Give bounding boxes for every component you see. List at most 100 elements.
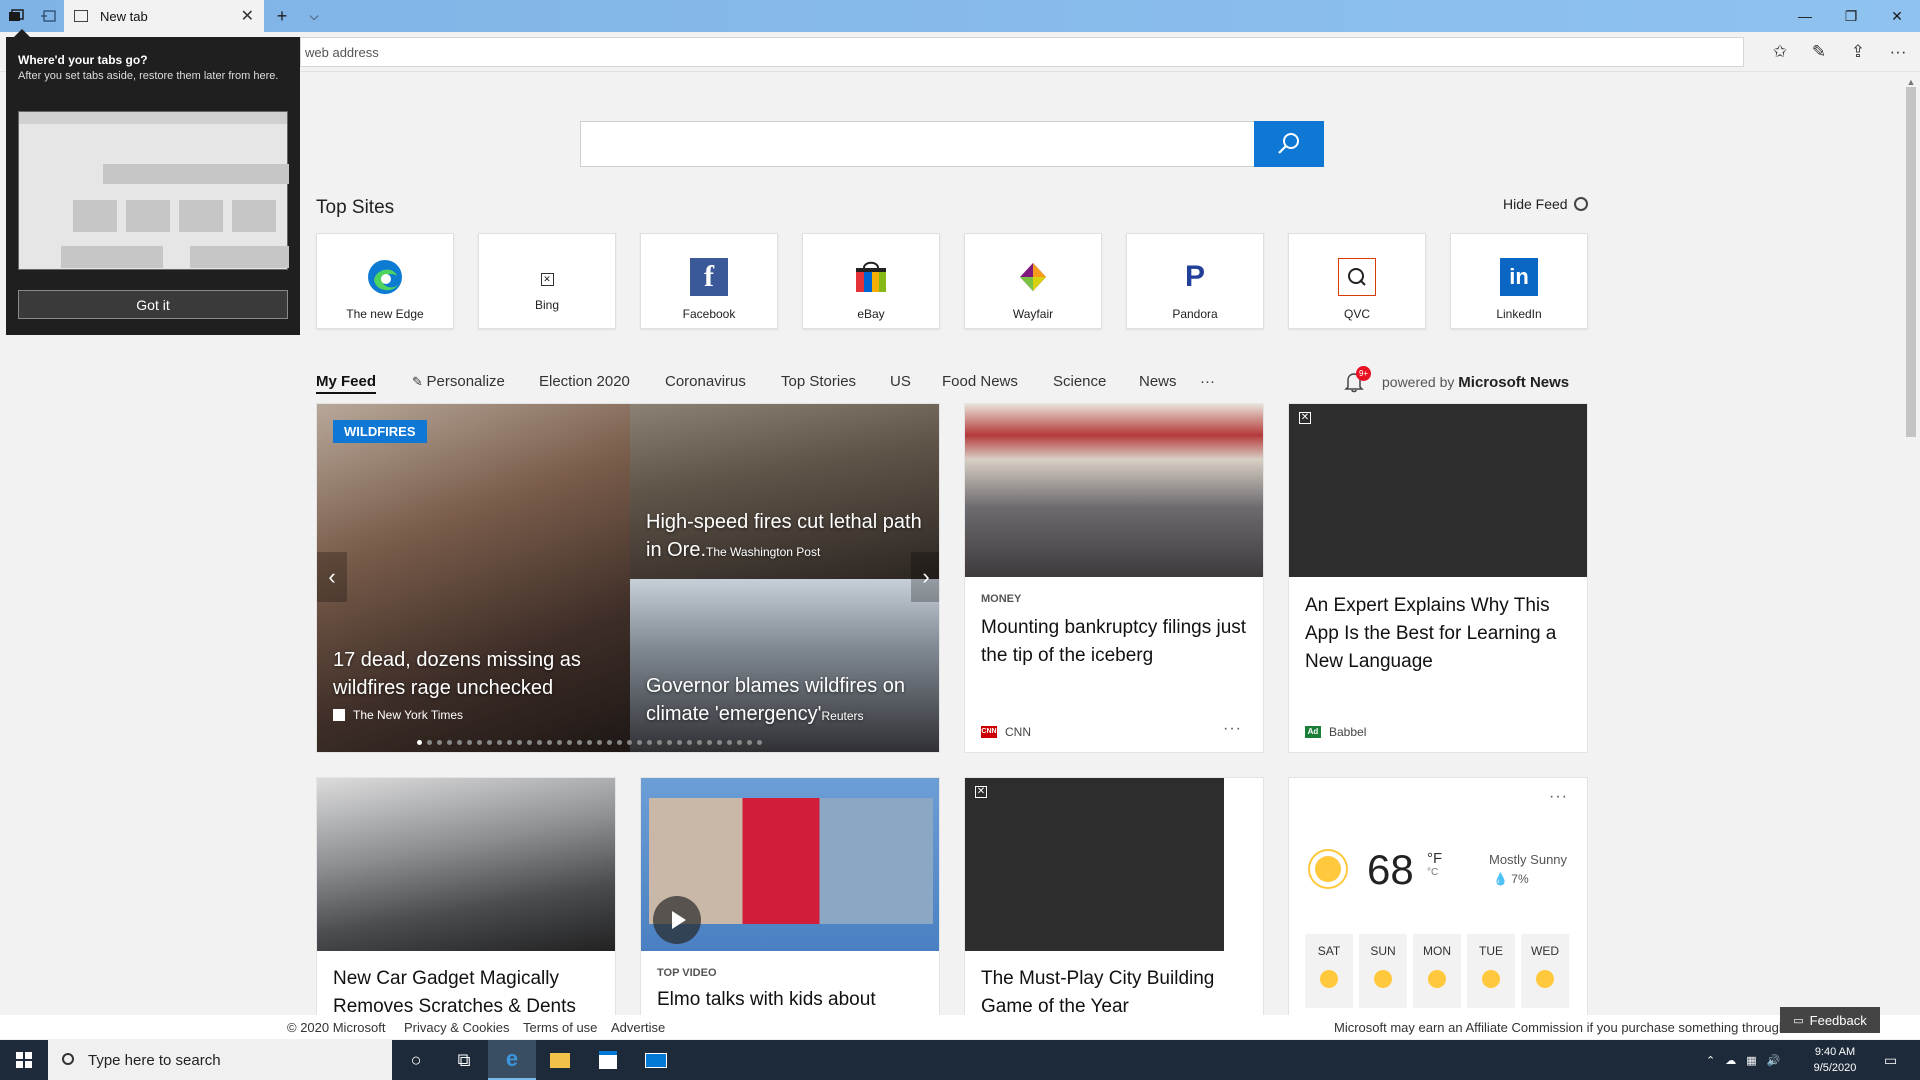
carousel-dot[interactable] <box>517 740 522 745</box>
share-icon[interactable]: ⇪ <box>1842 37 1874 67</box>
more-options-icon[interactable]: ··· <box>1223 720 1242 738</box>
tab-new-tab[interactable]: New tab ✕ <box>64 0 264 32</box>
close-window-icon[interactable]: ✕ <box>1874 0 1920 32</box>
file-explorer-icon[interactable] <box>536 1040 584 1080</box>
carousel-dot[interactable] <box>457 740 462 745</box>
top-site-linkedin[interactable]: in LinkedIn <box>1450 233 1588 329</box>
carousel-dot[interactable] <box>737 740 742 745</box>
forecast-day[interactable]: WED <box>1521 934 1569 1008</box>
card-title[interactable]: An Expert Explains Why This App Is the B… <box>1305 592 1571 676</box>
carousel-dot[interactable] <box>747 740 752 745</box>
hero-rt-headline[interactable]: High-speed fires cut lethal path in Ore.… <box>646 508 936 566</box>
card-title[interactable]: Elmo talks with kids about <box>657 986 923 1014</box>
top-site-pandora[interactable]: P Pandora <box>1126 233 1264 329</box>
tab-food-news[interactable]: Food News <box>942 373 1018 390</box>
feedback-button[interactable]: ▭ Feedback <box>1780 1007 1880 1033</box>
carousel-dot[interactable] <box>637 740 642 745</box>
carousel-dot[interactable] <box>657 740 662 745</box>
forecast-day[interactable]: MON <box>1413 934 1461 1008</box>
weather-card[interactable]: ··· 68 °F °C Mostly Sunny 💧 7% SAT SUN M… <box>1288 777 1588 1015</box>
tab-science[interactable]: Science <box>1053 373 1106 390</box>
mail-icon[interactable] <box>632 1040 680 1080</box>
edge-taskbar-icon[interactable]: e <box>488 1040 536 1080</box>
network-icon[interactable]: ▦ <box>1746 1054 1756 1067</box>
tab-us[interactable]: US <box>890 373 911 390</box>
taskbar-search[interactable]: Type here to search <box>48 1040 392 1080</box>
carousel-dot[interactable] <box>487 740 492 745</box>
tab-election-2020[interactable]: Election 2020 <box>539 373 630 390</box>
carousel-dot[interactable] <box>757 740 762 745</box>
footer-advertise-link[interactable]: Advertise <box>611 1020 665 1035</box>
hero-left-image[interactable]: WILDFIRES 17 dead, dozens missing as wil… <box>317 404 630 752</box>
card-image[interactable] <box>641 778 939 951</box>
card-title[interactable]: The Must-Play City Building Game of the … <box>981 965 1247 1015</box>
system-clock[interactable]: 9:40 AM 9/5/2020 <box>1800 1044 1870 1076</box>
video-card[interactable]: TOP VIDEO Elmo talks with kids about <box>640 777 940 1015</box>
carousel-dot[interactable] <box>467 740 472 745</box>
carousel-next-icon[interactable]: › <box>911 552 939 602</box>
powered-by-brand[interactable]: Microsoft News <box>1458 374 1569 391</box>
card-title[interactable]: New Car Gadget Magically Removes Scratch… <box>333 965 599 1015</box>
chevron-down-icon[interactable]: ⌵ <box>298 0 330 32</box>
close-tab-icon[interactable]: ✕ <box>241 6 254 26</box>
set-tabs-aside-icon[interactable] <box>36 4 60 28</box>
carousel-dot[interactable] <box>417 740 422 745</box>
tabs-aside-icon[interactable] <box>4 4 28 28</box>
ad-card-game[interactable]: ✕ The Must-Play City Building Game of th… <box>964 777 1264 1015</box>
carousel-dot[interactable] <box>667 740 672 745</box>
hide-feed-button[interactable]: Hide Feed <box>1503 196 1588 212</box>
card-image[interactable]: ✕ <box>965 778 1224 951</box>
cortana-icon[interactable]: ○ <box>392 1040 440 1080</box>
carousel-dot[interactable] <box>557 740 562 745</box>
carousel-dot[interactable] <box>697 740 702 745</box>
tab-personalize[interactable]: ✎ Personalize <box>412 373 505 390</box>
tab-top-stories[interactable]: Top Stories <box>781 373 856 390</box>
search-button[interactable] <box>1254 121 1324 167</box>
notes-icon[interactable]: ✎ <box>1803 37 1835 67</box>
carousel-dot[interactable] <box>597 740 602 745</box>
scroll-up-icon[interactable]: ▲ <box>1906 77 1916 87</box>
carousel-dot[interactable] <box>617 740 622 745</box>
carousel-dot[interactable] <box>577 740 582 745</box>
forecast-day[interactable]: SUN <box>1359 934 1407 1008</box>
top-site-qvc[interactable]: QVC <box>1288 233 1426 329</box>
scrollbar[interactable]: ▲ <box>1900 73 1920 1015</box>
top-site-wayfair[interactable]: Wayfair <box>964 233 1102 329</box>
onedrive-icon[interactable]: ☁ <box>1725 1054 1736 1067</box>
address-input[interactable]: web address <box>300 37 1744 67</box>
carousel-prev-icon[interactable]: ‹ <box>317 552 347 602</box>
carousel-dot[interactable] <box>627 740 632 745</box>
carousel-dot[interactable] <box>677 740 682 745</box>
card-image[interactable]: ✕ <box>1289 404 1587 577</box>
hero-left-headline[interactable]: 17 dead, dozens missing as wildfires rag… <box>333 646 623 702</box>
carousel-dot[interactable] <box>647 740 652 745</box>
tab-coronavirus[interactable]: Coronavirus <box>665 373 746 390</box>
carousel-dot[interactable] <box>497 740 502 745</box>
carousel-dot[interactable] <box>607 740 612 745</box>
top-site-bing[interactable]: ✕ Bing <box>478 233 616 329</box>
carousel-dot[interactable] <box>507 740 512 745</box>
hero-carousel[interactable]: WILDFIRES 17 dead, dozens missing as wil… <box>316 403 940 753</box>
card-image[interactable] <box>317 778 615 951</box>
play-icon[interactable] <box>653 896 701 944</box>
tab-more[interactable]: ··· <box>1200 373 1215 390</box>
tab-news[interactable]: News <box>1139 373 1177 390</box>
carousel-dot[interactable] <box>527 740 532 745</box>
carousel-dot[interactable] <box>477 740 482 745</box>
chevron-up-icon[interactable]: ⌃ <box>1706 1054 1715 1067</box>
card-image[interactable] <box>965 404 1263 577</box>
carousel-dot[interactable] <box>547 740 552 745</box>
start-button[interactable] <box>0 1040 48 1080</box>
carousel-dot[interactable] <box>537 740 542 745</box>
restore-icon[interactable]: ❐ <box>1828 0 1874 32</box>
carousel-dot[interactable] <box>707 740 712 745</box>
more-icon[interactable]: ··· <box>1882 37 1914 67</box>
hero-right-bottom-image[interactable]: Governor blames wildfires on climate 'em… <box>630 579 939 752</box>
minimize-icon[interactable]: — <box>1782 0 1828 32</box>
favorites-icon[interactable]: ✩ <box>1764 37 1796 67</box>
scroll-thumb[interactable] <box>1906 87 1916 437</box>
forecast-day[interactable]: SAT <box>1305 934 1353 1008</box>
hero-right-top-image[interactable]: High-speed fires cut lethal path in Ore.… <box>630 404 939 579</box>
task-view-icon[interactable]: ⧉ <box>440 1040 488 1080</box>
search-input[interactable] <box>580 121 1324 167</box>
